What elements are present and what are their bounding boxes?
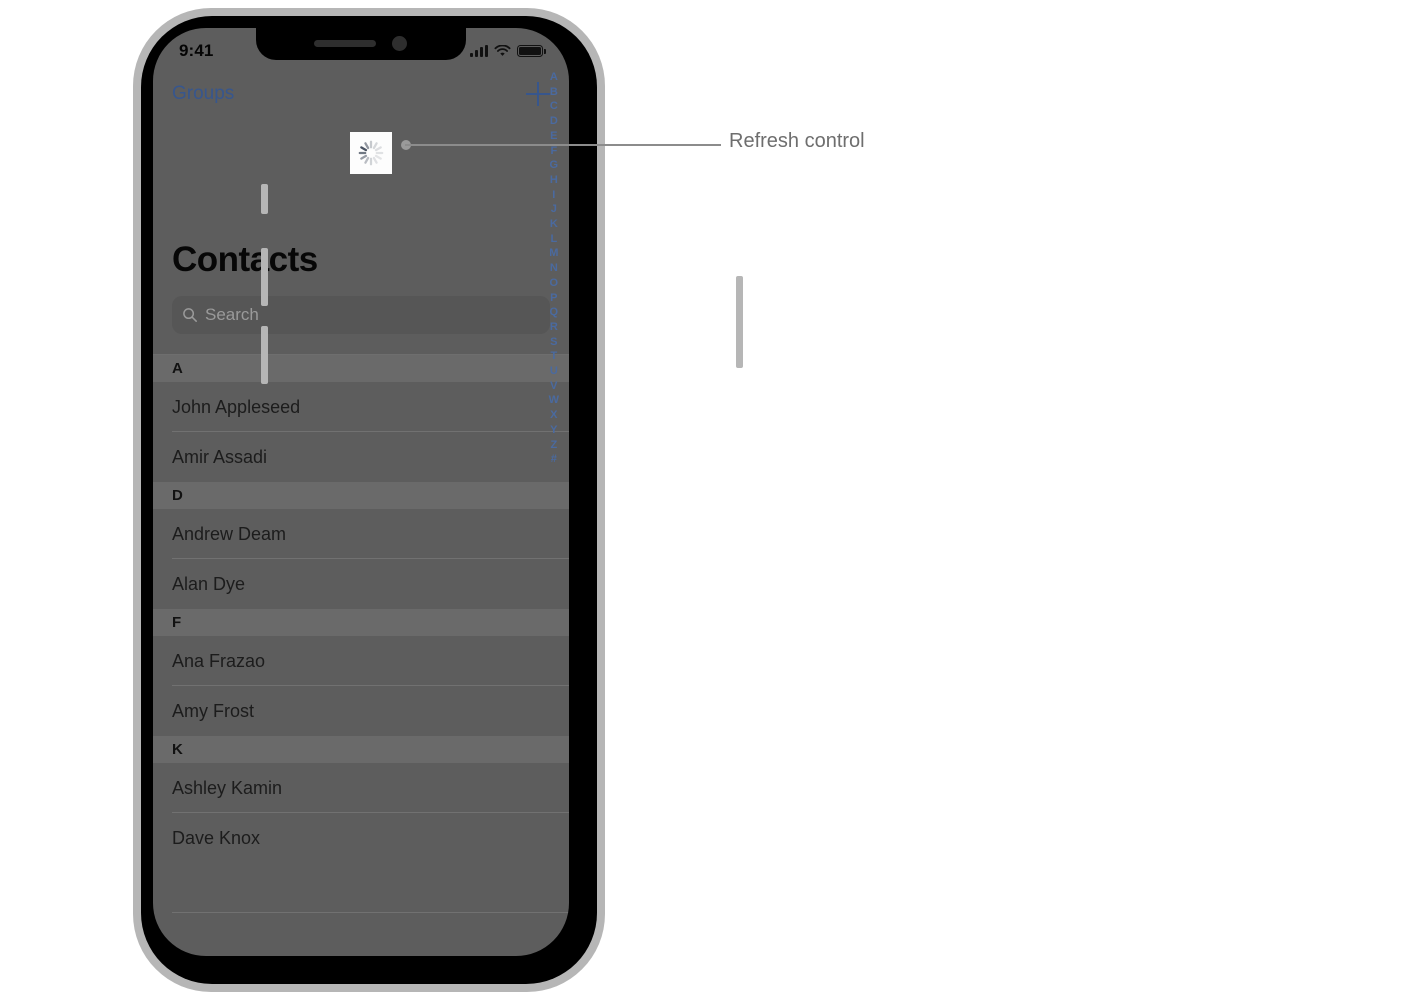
index-entry[interactable]: V [550, 379, 557, 394]
notch [256, 28, 466, 60]
volume-down-button[interactable] [261, 326, 268, 384]
contact-row[interactable]: Andrew Deam [153, 509, 569, 559]
earpiece-speaker-icon [314, 40, 376, 47]
index-entry[interactable]: F [550, 144, 557, 159]
index-entry[interactable]: M [549, 246, 558, 261]
section-header: D [153, 482, 569, 509]
screenshot-stage: 9:41 Groups Contacts Search A John Apple… [0, 0, 1420, 1000]
index-entry[interactable]: A [550, 70, 558, 85]
index-entry[interactable]: C [550, 99, 558, 114]
power-button[interactable] [736, 276, 743, 368]
index-entry[interactable]: J [551, 202, 557, 217]
contact-row[interactable]: Dave Knox [153, 813, 569, 863]
index-entry[interactable]: Q [550, 305, 559, 320]
index-entry[interactable]: D [550, 114, 558, 129]
section-index-bar[interactable]: A B C D E F G H I J K L M N O P Q R S T U V W X Y Z # [549, 70, 559, 467]
index-entry[interactable]: S [550, 335, 557, 350]
index-entry[interactable]: I [552, 188, 555, 203]
section-header: K [153, 736, 569, 763]
contact-row[interactable]: Ana Frazao [153, 636, 569, 686]
refresh-control [350, 132, 392, 174]
status-icons [470, 44, 546, 58]
wifi-icon [494, 45, 511, 56]
index-entry[interactable]: P [550, 291, 557, 306]
index-entry[interactable]: W [549, 393, 559, 408]
list-tail-row [153, 863, 569, 913]
back-button-groups[interactable]: Groups [172, 83, 234, 105]
callout-label: Refresh control [729, 130, 865, 152]
index-entry[interactable]: G [550, 158, 559, 173]
callout-leader-line [405, 144, 721, 146]
activity-indicator-icon [358, 140, 384, 166]
nav-bar: Groups [153, 72, 569, 116]
index-entry[interactable]: H [550, 173, 558, 188]
battery-icon [517, 44, 546, 58]
plus-icon[interactable] [526, 82, 550, 106]
search-field[interactable]: Search [172, 296, 550, 334]
index-entry[interactable]: E [550, 129, 557, 144]
index-entry[interactable]: # [551, 452, 557, 467]
front-camera-icon [392, 36, 407, 51]
index-entry[interactable]: X [550, 408, 557, 423]
index-entry[interactable]: T [550, 349, 557, 364]
volume-up-button[interactable] [261, 248, 268, 306]
phone-device: 9:41 Groups Contacts Search A John Apple… [133, 8, 743, 992]
index-entry[interactable]: K [550, 217, 558, 232]
index-entry[interactable]: U [550, 364, 558, 379]
index-entry[interactable]: O [550, 276, 559, 291]
status-time: 9:41 [179, 41, 214, 60]
section-header: F [153, 609, 569, 636]
contact-row[interactable]: Amir Assadi [153, 432, 569, 482]
contact-row[interactable]: John Appleseed [153, 382, 569, 432]
contact-row[interactable]: Ashley Kamin [153, 763, 569, 813]
contacts-list[interactable]: A John Appleseed Amir Assadi D Andrew Deam Al… [153, 354, 569, 956]
phone-screen: 9:41 Groups Contacts Search A John Apple… [153, 28, 569, 956]
cellular-bars-icon [470, 45, 488, 57]
contact-row[interactable]: Amy Frost [153, 686, 569, 736]
index-entry[interactable]: Z [550, 438, 557, 453]
search-bar[interactable]: Search [172, 296, 550, 334]
index-entry[interactable]: L [550, 232, 557, 247]
silence-switch-button[interactable] [261, 184, 268, 214]
section-header: A [153, 355, 569, 382]
contact-row[interactable]: Alan Dye [153, 559, 569, 609]
magnifier-icon [183, 308, 197, 322]
index-entry[interactable]: N [550, 261, 558, 276]
search-input[interactable]: Search [205, 305, 259, 325]
page-title: Contacts [172, 240, 318, 279]
index-entry[interactable]: Y [550, 423, 557, 438]
index-entry[interactable]: R [550, 320, 558, 335]
index-entry[interactable]: B [550, 85, 558, 100]
